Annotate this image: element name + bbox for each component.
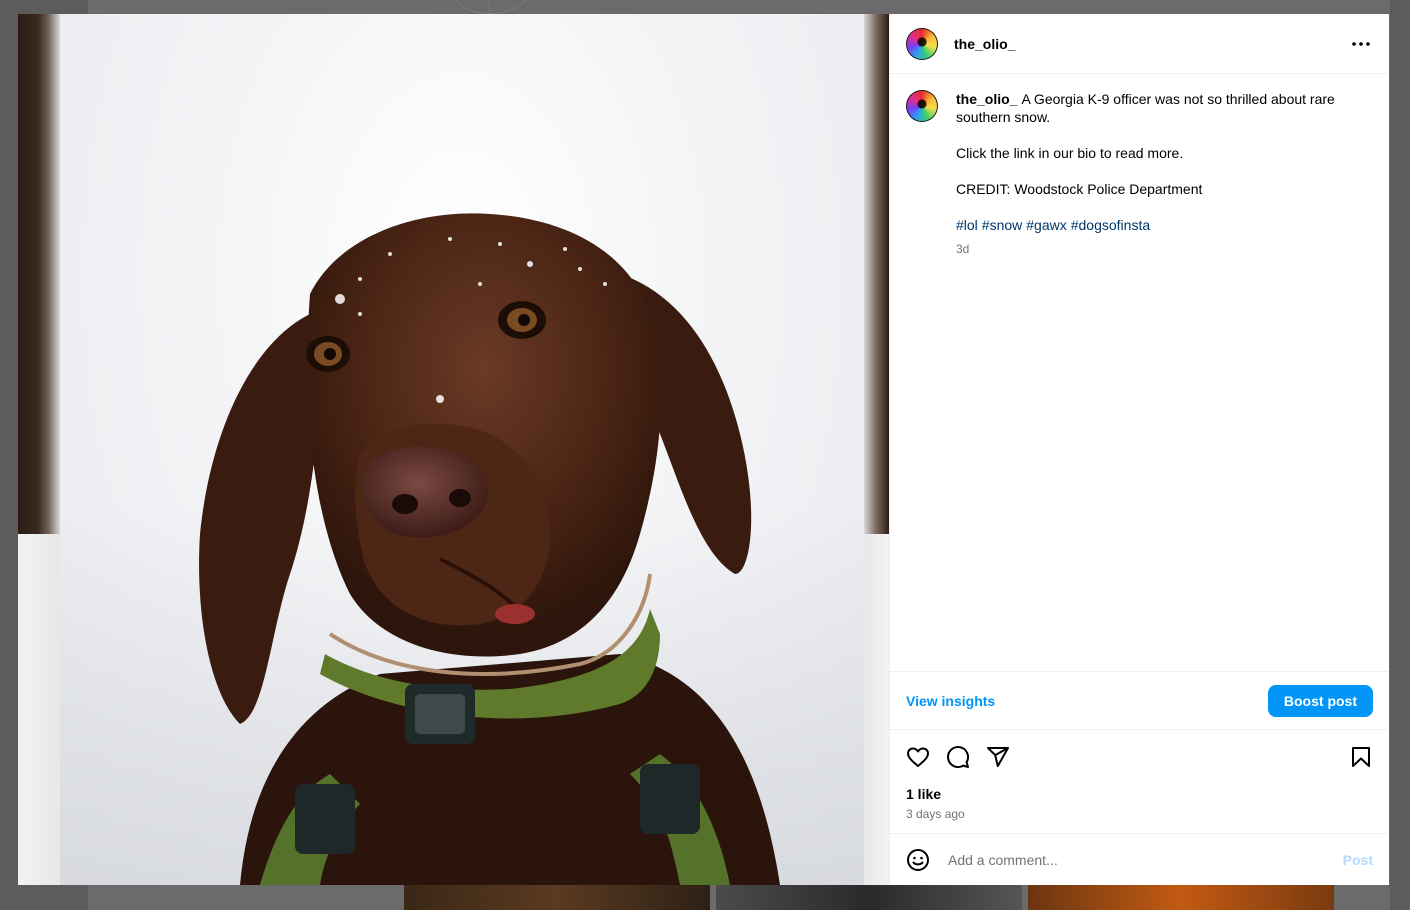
post-header: the_olio_	[890, 14, 1389, 74]
header-username[interactable]: the_olio_	[954, 36, 1349, 52]
caption-username[interactable]: the_olio_	[956, 91, 1017, 107]
post-photo[interactable]	[60, 14, 864, 885]
comments-section: the_olio_ A Georgia K-9 officer was not s…	[890, 74, 1389, 671]
background-thumbnail[interactable]	[1028, 884, 1334, 910]
caption-text-line-1: A Georgia K-9 officer was not so thrille…	[1021, 91, 1335, 107]
post-modal: the_olio_ the_olio_ A Georgia K-9 officer…	[18, 14, 1389, 885]
avatar[interactable]	[906, 27, 938, 60]
hashtag-link[interactable]: #gawx	[1026, 217, 1066, 233]
hashtag-link[interactable]: #dogsofinsta	[1071, 217, 1150, 233]
caption-timestamp[interactable]: 3d	[956, 240, 1366, 258]
background-thumbnail[interactable]	[404, 884, 710, 910]
action-icons-row	[906, 742, 1373, 772]
like-count[interactable]: 1 like	[906, 786, 1373, 802]
heart-icon[interactable]	[906, 745, 930, 769]
hashtag-link[interactable]: #lol	[956, 217, 978, 233]
comment-bubble-icon[interactable]	[946, 745, 970, 769]
caption: the_olio_ A Georgia K-9 officer was not s…	[906, 90, 1373, 258]
bookmark-icon[interactable]	[1349, 745, 1373, 769]
post-media	[18, 14, 889, 885]
background-thumbnail[interactable]	[716, 884, 1022, 910]
emoji-smiley-icon[interactable]	[906, 848, 930, 872]
post-comment-button[interactable]: Post	[1343, 852, 1373, 868]
paper-plane-icon[interactable]	[986, 745, 1010, 769]
boost-post-button[interactable]: Boost post	[1267, 684, 1373, 717]
more-options-icon[interactable]	[1349, 32, 1373, 56]
insights-bar: View insights Boost post	[890, 671, 1389, 729]
dog-image	[199, 213, 780, 885]
comment-composer: Post	[890, 833, 1389, 885]
post-actions: 1 like 3 days ago	[890, 729, 1389, 833]
comment-input[interactable]	[946, 850, 1343, 869]
caption-text-line-2: southern snow.	[956, 109, 1051, 125]
post-date: 3 days ago	[906, 807, 965, 821]
caption-text-line-4: CREDIT: Woodstock Police Department	[956, 181, 1203, 197]
post-side-panel: the_olio_ the_olio_ A Georgia K-9 officer…	[889, 14, 1389, 885]
caption-body: the_olio_ A Georgia K-9 officer was not s…	[956, 90, 1366, 258]
caption-text-line-3: Click the link in our bio to read more.	[956, 145, 1184, 161]
caption-avatar[interactable]	[906, 90, 938, 122]
hashtag-link[interactable]: #snow	[982, 217, 1022, 233]
background-divider	[489, 0, 490, 12]
hashtag-list: #lol #snow #gawx #dogsofinsta	[956, 216, 1366, 234]
view-insights-link[interactable]: View insights	[906, 693, 995, 709]
